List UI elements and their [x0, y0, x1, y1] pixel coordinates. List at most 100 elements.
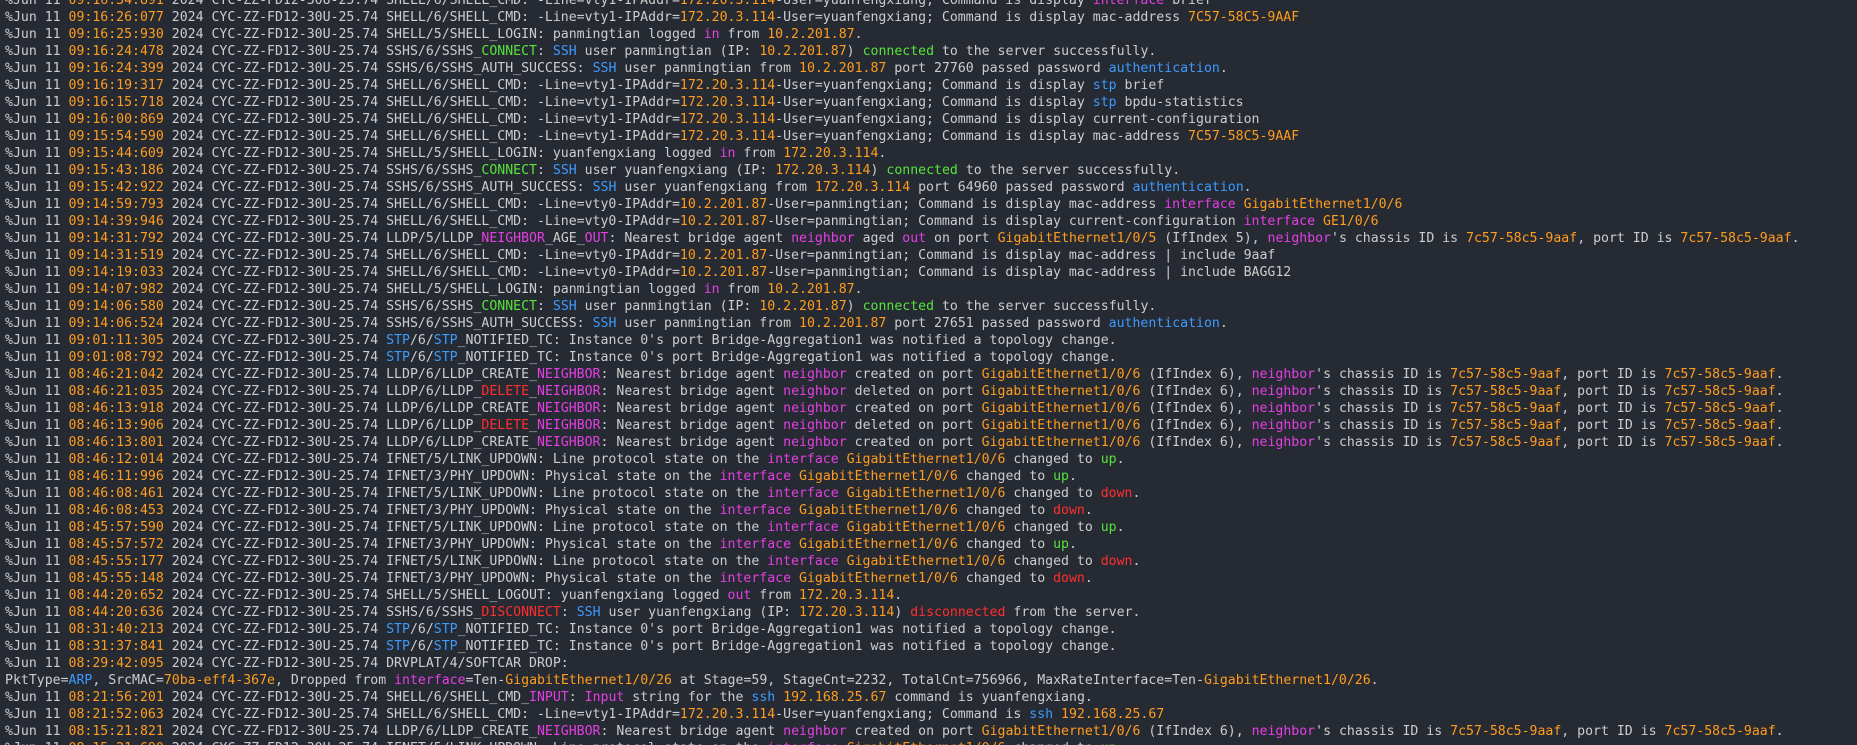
interface-name: GigabitEthernet1/0/6 — [981, 367, 1141, 382]
timestamp: 09:01:08:792 — [68, 350, 164, 365]
log-text: 2024 CYC-ZZ-FD12-30U-25.74 SSHS/6/SSHS_ — [163, 605, 482, 620]
log-text: 2024 CYC-ZZ-FD12-30U-25.74 LLDP/6/LLDP_C… — [163, 724, 537, 739]
log-text: . — [1775, 384, 1784, 399]
timestamp: 08:46:11:996 — [68, 469, 164, 484]
status-error: DELETE — [481, 418, 530, 433]
terminal-output[interactable]: %Jun 11 09:16:34:891 2024 CYC-ZZ-FD12-30… — [0, 0, 1857, 745]
keyword: interface — [767, 554, 839, 569]
log-text: changed to — [1005, 452, 1101, 467]
log-text: PktType= — [5, 673, 69, 688]
status-error: down — [1100, 554, 1133, 569]
log-text: 2024 CYC-ZZ-FD12-30U-25.74 — [163, 639, 387, 654]
log-text: 2024 CYC-ZZ-FD12-30U-25.74 SHELL/6/SHELL… — [163, 214, 680, 229]
log-text: 2024 CYC-ZZ-FD12-30U-25.74 SHELL/5/SHELL… — [163, 588, 728, 603]
log-text: , port ID is — [1561, 384, 1665, 399]
timestamp: 09:15:44:609 — [68, 146, 164, 161]
log-text: -User=yuanfengxiang; Command is — [775, 707, 1030, 722]
timestamp: 09:16:19:317 — [68, 78, 164, 93]
log-line: %Jun 11 09:16:34:891 2024 CYC-ZZ-FD12-30… — [5, 0, 1855, 9]
log-text: . — [854, 27, 863, 42]
status-ok: CONNECT — [481, 299, 537, 314]
log-text: -User=yuanfengxiang; Command is display … — [775, 10, 1189, 25]
log-text: to the server successfully. — [957, 163, 1181, 178]
protocol-keyword: ssh — [1029, 707, 1054, 722]
log-text: from — [751, 588, 799, 603]
log-text: 2024 CYC-ZZ-FD12-30U-25.74 SSHS/6/SSHS_A… — [163, 316, 593, 331]
log-text: . — [1116, 520, 1125, 535]
ip-address: 10.2.201.87 — [679, 248, 768, 263]
log-text: 2024 CYC-ZZ-FD12-30U-25.74 IFNET/5/LINK_… — [164, 741, 767, 745]
log-text: %Jun 11 — [5, 0, 69, 8]
log-line: %Jun 11 08:45:57:572 2024 CYC-ZZ-FD12-30… — [5, 536, 1855, 553]
log-text: . — [1243, 180, 1252, 195]
log-text: : Nearest bridge agent — [600, 724, 784, 739]
log-text: /6/ — [409, 622, 434, 637]
log-text: _NOTIFIED_TC: Instance 0's port Bridge-A… — [457, 333, 1117, 348]
log-text: changed to — [1005, 520, 1101, 535]
log-line: %Jun 11 09:14:19:033 2024 CYC-ZZ-FD12-30… — [5, 264, 1855, 281]
log-text: user yuanfengxiang (IP: — [576, 163, 776, 178]
log-text: user panmingtian (IP: — [576, 44, 760, 59]
log-text: 2024 CYC-ZZ-FD12-30U-25.74 SHELL/6/SHELL… — [163, 95, 680, 110]
log-text: %Jun 11 — [5, 622, 69, 637]
log-text: 2024 CYC-ZZ-FD12-30U-25.74 SHELL/6/SHELL… — [163, 129, 680, 144]
log-text: . — [1370, 673, 1379, 688]
log-text: %Jun 11 — [5, 503, 69, 518]
timestamp: 08:29:42:095 — [68, 656, 164, 671]
log-text: : Nearest bridge agent — [608, 231, 792, 246]
status-ok: connected — [862, 44, 935, 59]
log-text: brief — [1116, 78, 1165, 93]
ip-address: 172.20.3.114 — [679, 129, 776, 144]
log-text: %Jun 11 — [5, 180, 69, 195]
log-text: . — [1775, 367, 1784, 382]
keyword: INPUT — [529, 690, 569, 705]
keyword: NEIGHBOR — [481, 231, 545, 246]
keyword: interface — [719, 503, 792, 518]
log-text: %Jun 11 — [5, 401, 69, 416]
log-text: %Jun 11 — [5, 605, 69, 620]
mac-address: 7c57-58c5-9aaf — [1680, 231, 1792, 246]
keyword: interface — [719, 469, 792, 484]
log-text: 2024 CYC-ZZ-FD12-30U-25.74 SHELL/6/SHELL… — [163, 10, 680, 25]
log-line: %Jun 11 09:01:08:792 2024 CYC-ZZ-FD12-30… — [5, 349, 1855, 366]
interface-name: GE1/0/6 — [1323, 214, 1379, 229]
ip-address: 172.20.3.114 — [814, 180, 911, 195]
log-text: . — [1219, 316, 1228, 331]
log-text: %Jun 11 — [5, 554, 69, 569]
log-line: %Jun 11 08:46:08:453 2024 CYC-ZZ-FD12-30… — [5, 502, 1855, 519]
protocol-keyword: SSH — [592, 180, 617, 195]
keyword: NEIGHBOR — [537, 418, 601, 433]
log-text: at Stage=59, StageCnt=2232, TotalCnt=756… — [671, 673, 1204, 688]
protocol-keyword: SSH — [592, 316, 617, 331]
log-text: : Nearest bridge agent — [600, 435, 784, 450]
log-text: %Jun 11 — [5, 129, 69, 144]
log-lines: %Jun 11 09:16:34:891 2024 CYC-ZZ-FD12-30… — [5, 0, 1855, 745]
log-text: . — [854, 282, 863, 297]
log-text: , SrcMAC= — [92, 673, 164, 688]
log-text: ) — [846, 299, 863, 314]
keyword: NEIGHBOR — [536, 435, 601, 450]
ip-address: 172.20.3.114 — [679, 10, 776, 25]
keyword: neighbor — [783, 367, 847, 382]
log-text: /6/ — [409, 350, 434, 365]
log-text: ) — [846, 44, 863, 59]
log-text: /6/ — [409, 639, 434, 654]
log-text: 2024 CYC-ZZ-FD12-30U-25.74 SHELL/6/SHELL… — [163, 78, 680, 93]
mac-address: 70ba-eff4-367e — [163, 673, 275, 688]
log-line: %Jun 11 08:46:21:035 2024 CYC-ZZ-FD12-30… — [5, 383, 1855, 400]
ip-address: 10.2.201.87 — [679, 197, 768, 212]
protocol-keyword: SSH — [592, 61, 617, 76]
log-text: . — [1084, 503, 1093, 518]
log-line: %Jun 11 09:16:25:930 2024 CYC-ZZ-FD12-30… — [5, 26, 1855, 43]
log-line: %Jun 11 08:44:20:652 2024 CYC-ZZ-FD12-30… — [5, 587, 1855, 604]
log-text: %Jun 11 — [5, 418, 69, 433]
log-text: changed to — [957, 503, 1054, 518]
log-line: %Jun 11 09:15:43:186 2024 CYC-ZZ-FD12-30… — [5, 162, 1855, 179]
protocol-keyword: stp — [1092, 95, 1117, 110]
keyword: NEIGHBOR — [536, 401, 601, 416]
ip-address: 10.2.201.87 — [799, 61, 887, 76]
status-ok: up — [1100, 520, 1117, 535]
mac-address: 7c57-58c5-9aaf — [1450, 367, 1562, 382]
